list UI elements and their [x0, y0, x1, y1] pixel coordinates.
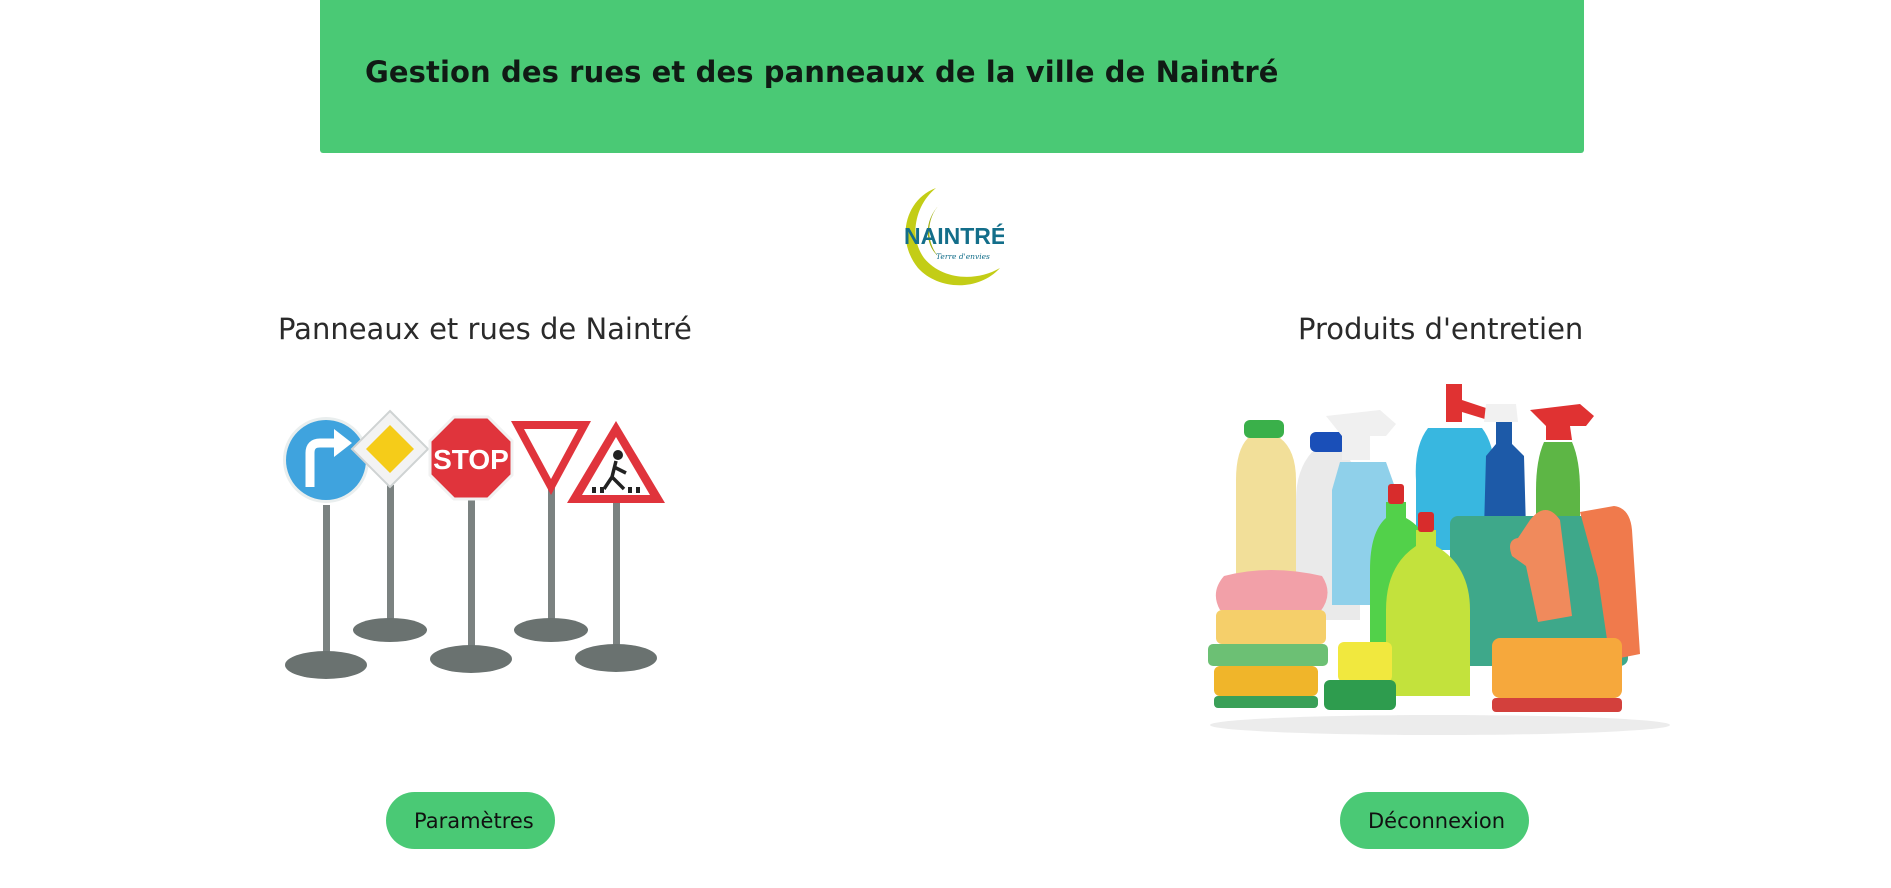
turn-right-sign-icon: [283, 417, 369, 503]
page-title: Gestion des rues et des panneaux de la v…: [365, 55, 1279, 89]
svg-text:STOP: STOP: [433, 444, 509, 475]
parameters-button[interactable]: Paramètres: [386, 792, 555, 849]
logo-tagline: Terre d'envies: [936, 252, 990, 261]
section-title-cleaning: Produits d'entretien: [1298, 312, 1584, 346]
header-banner: Gestion des rues et des panneaux de la v…: [320, 0, 1584, 153]
logo-text: NAINTRÉ: [904, 222, 1004, 249]
page: Gestion des rues et des panneaux de la v…: [0, 0, 1891, 888]
navy-bottle: [1484, 404, 1526, 530]
cleaning-products-image: [1208, 384, 1670, 735]
section-title-signs: Panneaux et rues de Naintré: [278, 312, 692, 346]
red-spray-green-bottle: [1530, 404, 1594, 530]
naintre-logo: NAINTRÉ Terre d'envies: [904, 188, 1004, 286]
yellow-bottle: [1236, 420, 1296, 580]
road-signs-image: STOP: [283, 409, 665, 679]
stop-sign-icon: STOP: [428, 415, 514, 501]
logout-button[interactable]: Déconnexion: [1340, 792, 1529, 849]
